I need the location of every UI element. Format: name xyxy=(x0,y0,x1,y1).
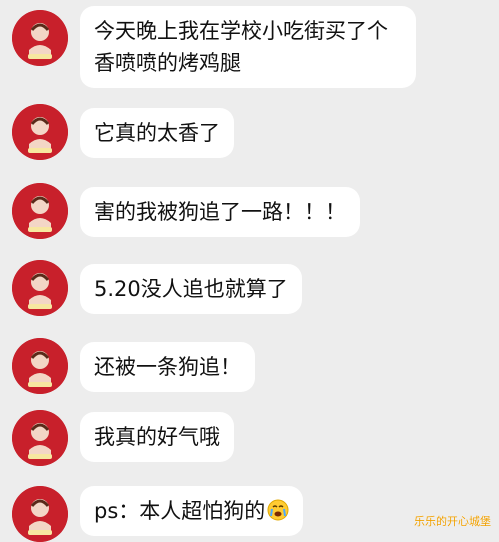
red-circle-avatar-icon[interactable] xyxy=(12,10,68,66)
red-circle-avatar-icon[interactable] xyxy=(12,260,68,316)
message-text: 害的我被狗追了一路！！！ xyxy=(94,200,346,224)
chat-message[interactable]: 还被一条狗追！ xyxy=(0,338,499,394)
message-text: 我真的好气哦 xyxy=(94,425,220,449)
chat-message[interactable]: 我真的好气哦 xyxy=(0,410,499,466)
red-circle-avatar-icon[interactable] xyxy=(12,104,68,160)
message-bubble: 5.20没人追也就算了 xyxy=(80,264,302,314)
message-text: 5.20没人追也就算了 xyxy=(94,277,288,301)
chat-window: 今天晚上我在学校小吃街买了个香喷喷的烤鸡腿 它真的太香了 害的我被狗追了一路！！… xyxy=(0,0,499,542)
watermark: 乐乐的开心城堡 xyxy=(414,515,491,528)
crying-face-emoji-icon xyxy=(267,499,289,521)
message-text: 还被一条狗追！ xyxy=(94,355,241,379)
message-bubble: ps：本人超怕狗的 xyxy=(80,486,304,536)
message-bubble: 它真的太香了 xyxy=(80,108,234,158)
chat-message[interactable]: 5.20没人追也就算了 xyxy=(0,260,499,316)
message-bubble: 还被一条狗追！ xyxy=(80,342,255,392)
red-circle-avatar-icon[interactable] xyxy=(12,183,68,239)
red-circle-avatar-icon[interactable] xyxy=(12,338,68,394)
message-bubble: 害的我被狗追了一路！！！ xyxy=(80,187,360,237)
chat-message[interactable]: 它真的太香了 xyxy=(0,104,499,160)
message-text: 它真的太香了 xyxy=(94,121,220,145)
chat-message[interactable]: 害的我被狗追了一路！！！ xyxy=(0,183,499,239)
red-circle-avatar-icon[interactable] xyxy=(12,410,68,466)
chat-message[interactable]: 今天晚上我在学校小吃街买了个香喷喷的烤鸡腿 xyxy=(0,6,499,88)
message-text: ps：本人超怕狗的 xyxy=(94,499,266,523)
red-circle-avatar-icon[interactable] xyxy=(12,486,68,542)
message-bubble: 今天晚上我在学校小吃街买了个香喷喷的烤鸡腿 xyxy=(80,6,416,88)
message-text: 今天晚上我在学校小吃街买了个香喷喷的烤鸡腿 xyxy=(94,19,388,75)
message-bubble: 我真的好气哦 xyxy=(80,412,234,462)
